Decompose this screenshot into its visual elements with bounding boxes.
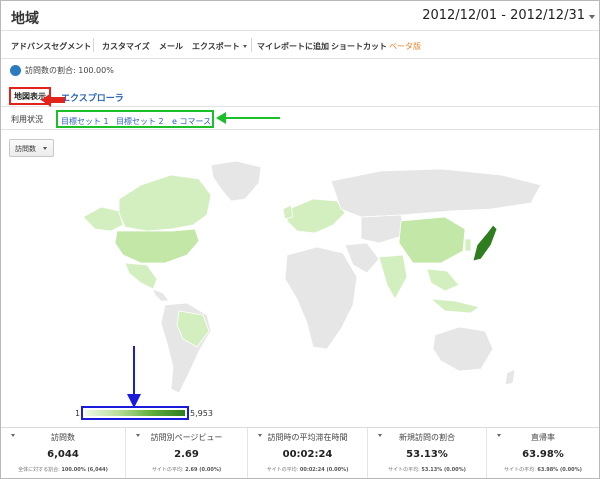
- metric-dropdown-value: 訪問数: [15, 145, 36, 153]
- stat-value: 2.69: [174, 449, 199, 460]
- map-region-central-america: [152, 288, 170, 302]
- stat-sub-value: 100.00% (6,044): [61, 467, 108, 473]
- export-caret-icon: [242, 45, 247, 48]
- map-region-new-zealand: [504, 368, 516, 386]
- tab-goal-set-2[interactable]: 目標セット 2: [116, 116, 164, 127]
- metric-dropdown[interactable]: 訪問数: [9, 139, 54, 157]
- stat-sub: サイトの平均: 00:02:24 (0.00%): [248, 466, 367, 473]
- map-region-japan: [472, 224, 498, 262]
- stat-pages-per-visit[interactable]: 訪問別ページビュー 2.69 サイトの平均: 2.69 (0.00%): [126, 428, 248, 478]
- map-region-china: [398, 216, 466, 264]
- segment-label: 訪問数の割合: 100.00%: [25, 66, 114, 75]
- stat-sub-prefix: 全体に対する割合:: [18, 467, 62, 473]
- usage-row: 利用状況 目標セット 1 目標セット 2 e コマース: [1, 108, 599, 130]
- map-region-australia: [432, 326, 494, 372]
- report-frame: 地域 2012/12/01 - 2012/12/31 アドバンスセグメント カス…: [0, 0, 600, 479]
- legend-min-value: 1: [75, 409, 81, 418]
- stat-sub-prefix: サイトの平均:: [151, 467, 186, 473]
- map-region-southeast-asia: [426, 268, 460, 292]
- email-button[interactable]: メール: [159, 41, 183, 52]
- report-header: 地域 2012/12/01 - 2012/12/31: [1, 1, 599, 31]
- date-dropdown-caret-icon[interactable]: [589, 15, 595, 19]
- add-to-dashboard-button[interactable]: マイレポートに追加: [257, 41, 329, 52]
- advanced-segment-button[interactable]: アドバンスセグメント: [11, 41, 91, 52]
- date-range-picker[interactable]: 2012/12/01 - 2012/12/31: [422, 8, 585, 23]
- map-region-korea: [464, 238, 472, 252]
- map-region-mexico: [124, 262, 158, 290]
- goal-set-tabs: 目標セット 1 目標セット 2 e コマース: [56, 110, 214, 128]
- stat-label: 訪問数: [51, 433, 75, 442]
- stat-label: 新規訪問の割合: [399, 433, 455, 442]
- legend-gradient: [85, 410, 185, 416]
- beta-badge: ベータ版: [389, 42, 421, 51]
- stat-visits[interactable]: 訪問数 6,044 全体に対する割合: 100.00% (6,044): [1, 428, 126, 478]
- stat-bounce-rate[interactable]: 直帰率 63.98% サイトの平均: 63.98% (0.00%): [487, 428, 599, 478]
- blue-arrow-icon: [127, 346, 141, 408]
- toolbar-divider: [251, 38, 252, 52]
- stat-sub-prefix: サイトの平均:: [504, 467, 538, 473]
- page-title: 地域: [11, 11, 39, 27]
- green-arrow-icon: [216, 112, 280, 124]
- map-region-russia: [330, 168, 542, 218]
- summary-stats: 訪問数 6,044 全体に対する割合: 100.00% (6,044) 訪問別ペ…: [1, 427, 599, 478]
- tab-goal-set-1[interactable]: 目標セット 1: [61, 116, 109, 127]
- stat-sub-value: 2.69 (0.00%): [185, 467, 222, 473]
- stat-sub: サイトの平均: 63.98% (0.00%): [487, 466, 599, 473]
- report-toolbar: アドバンスセグメント カスタマイズ メール エクスポート マイレポートに追加 シ…: [1, 32, 599, 59]
- stat-sub: 全体に対する割合: 100.00% (6,044): [1, 466, 125, 473]
- stat-sub-prefix: サイトの平均:: [388, 467, 422, 473]
- chevron-down-icon: [43, 147, 47, 150]
- map-region-central-asia: [360, 214, 406, 244]
- stat-sub-value: 00:02:24 (0.00%): [299, 467, 349, 473]
- color-scale-legend: [81, 406, 189, 420]
- shortcut-button[interactable]: ショートカット ベータ版: [331, 41, 421, 52]
- segment-indicator[interactable]: 訪問数の割合: 100.00%: [10, 65, 114, 76]
- view-tabs: 地図表示 エクスプローラ: [1, 85, 599, 107]
- stat-value: 63.98%: [522, 449, 564, 460]
- stat-sub-value: 63.98% (0.00%): [537, 467, 582, 473]
- stat-avg-duration[interactable]: 訪問時の平均滞在時間 00:02:24 サイトの平均: 00:02:24 (0.…: [248, 428, 368, 478]
- stat-sub-prefix: サイトの平均:: [266, 467, 300, 473]
- map-region-alaska: [82, 206, 124, 232]
- stat-sub-value: 53.13% (0.00%): [421, 467, 466, 473]
- usage-label: 利用状況: [11, 115, 43, 124]
- export-label: エクスポート: [192, 42, 240, 51]
- pie-chart-icon: [10, 65, 21, 76]
- map-region-india: [378, 254, 408, 300]
- map-region-uk: [282, 204, 294, 220]
- stat-label: 訪問時の平均滞在時間: [267, 433, 348, 442]
- tab-ecommerce[interactable]: e コマース: [172, 116, 211, 127]
- map-region-canada: [118, 174, 212, 232]
- shortcut-label: ショートカット: [331, 42, 387, 51]
- stat-value: 53.13%: [406, 449, 448, 460]
- legend-max-value: 5,953: [190, 409, 213, 418]
- stat-sub: サイトの平均: 53.13% (0.00%): [368, 466, 486, 473]
- stat-label: 直帰率: [531, 433, 555, 442]
- stat-value: 6,044: [47, 449, 79, 460]
- stat-sub: サイトの平均: 2.69 (0.00%): [126, 466, 247, 473]
- red-arrow-icon: [41, 93, 65, 107]
- customize-button[interactable]: カスタマイズ: [102, 41, 150, 52]
- map-region-africa: [284, 246, 358, 350]
- map-region-europe: [286, 198, 346, 234]
- stat-new-visits[interactable]: 新規訪問の割合 53.13% サイトの平均: 53.13% (0.00%): [368, 428, 487, 478]
- map-region-greenland: [210, 160, 262, 202]
- tab-explorer[interactable]: エクスプローラ: [61, 91, 124, 104]
- toolbar-divider: [93, 38, 94, 52]
- stat-value: 00:02:24: [282, 449, 333, 460]
- export-button[interactable]: エクスポート: [192, 41, 247, 52]
- stat-label: 訪問別ページビュー: [150, 433, 223, 442]
- map-region-indonesia: [429, 298, 480, 314]
- map-region-usa: [114, 228, 200, 264]
